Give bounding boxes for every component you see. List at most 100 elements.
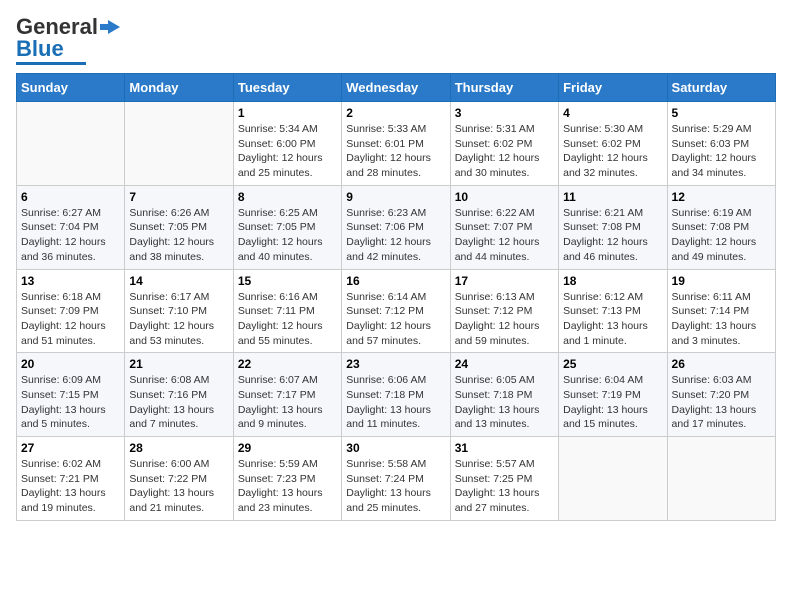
day-info: Sunrise: 6:04 AM Sunset: 7:19 PM Dayligh… — [563, 373, 662, 432]
calendar-cell: 14Sunrise: 6:17 AM Sunset: 7:10 PM Dayli… — [125, 269, 233, 353]
calendar-cell: 6Sunrise: 6:27 AM Sunset: 7:04 PM Daylig… — [17, 185, 125, 269]
weekday-header-wednesday: Wednesday — [342, 74, 450, 102]
weekday-header-monday: Monday — [125, 74, 233, 102]
weekday-header-sunday: Sunday — [17, 74, 125, 102]
calendar-cell: 22Sunrise: 6:07 AM Sunset: 7:17 PM Dayli… — [233, 353, 341, 437]
day-number: 4 — [563, 106, 662, 120]
calendar-cell: 30Sunrise: 5:58 AM Sunset: 7:24 PM Dayli… — [342, 437, 450, 521]
day-number: 10 — [455, 190, 554, 204]
logo-icon — [100, 20, 120, 34]
day-number: 17 — [455, 274, 554, 288]
day-info: Sunrise: 6:16 AM Sunset: 7:11 PM Dayligh… — [238, 290, 337, 349]
calendar-cell: 27 Sunrise: 6:02 AM Sunset: 7:21 PM Dayli… — [17, 437, 125, 521]
calendar-cell: 18 Sunrise: 6:12 AM Sunset: 7:13 PM Dayli… — [559, 269, 667, 353]
calendar-cell: 10 Sunrise: 6:22 AM Sunset: 7:07 PM Dayli… — [450, 185, 558, 269]
calendar-week-1: 1 Sunrise: 5:34 AM Sunset: 6:00 PM Daylig… — [17, 102, 776, 186]
logo: General Blue — [16, 16, 120, 65]
day-info: Sunrise: 6:14 AM Sunset: 7:12 PM Dayligh… — [346, 290, 445, 349]
calendar-cell: 19 Sunrise: 6:11 AM Sunset: 7:14 PM Dayli… — [667, 269, 775, 353]
day-info: Sunrise: 6:08 AM Sunset: 7:16 PM Dayligh… — [129, 373, 228, 432]
day-info: Sunrise: 6:22 AM Sunset: 7:07 PM Dayligh… — [455, 206, 554, 265]
day-number: 20 — [21, 357, 120, 371]
day-info: Sunrise: 5:30 AM Sunset: 6:02 PM Dayligh… — [563, 122, 662, 181]
day-number: 11 — [563, 190, 662, 204]
calendar-cell: 28Sunrise: 6:00 AM Sunset: 7:22 PM Dayli… — [125, 437, 233, 521]
day-info: Sunrise: 6:13 AM Sunset: 7:12 PM Dayligh… — [455, 290, 554, 349]
day-number: 31 — [455, 441, 554, 455]
calendar-cell: 2 Sunrise: 5:33 AM Sunset: 6:01 PM Daylig… — [342, 102, 450, 186]
calendar-cell: 24 Sunrise: 6:05 AM Sunset: 7:18 PM Dayli… — [450, 353, 558, 437]
calendar-cell: 26 Sunrise: 6:03 AM Sunset: 7:20 PM Dayli… — [667, 353, 775, 437]
day-info: Sunrise: 6:05 AM Sunset: 7:18 PM Dayligh… — [455, 373, 554, 432]
day-number: 1 — [238, 106, 337, 120]
day-number: 2 — [346, 106, 445, 120]
calendar-week-3: 13 Sunrise: 6:18 AM Sunset: 7:09 PM Dayli… — [17, 269, 776, 353]
day-number: 6 — [21, 190, 120, 204]
day-number: 13 — [21, 274, 120, 288]
day-info: Sunrise: 6:03 AM Sunset: 7:20 PM Dayligh… — [672, 373, 771, 432]
day-info: Sunrise: 5:57 AM Sunset: 7:25 PM Dayligh… — [455, 457, 554, 516]
calendar-cell: 12 Sunrise: 6:19 AM Sunset: 7:08 PM Dayli… — [667, 185, 775, 269]
logo-blue: Blue — [16, 38, 64, 60]
day-info: Sunrise: 6:00 AM Sunset: 7:22 PM Dayligh… — [129, 457, 228, 516]
calendar-cell: 21 Sunrise: 6:08 AM Sunset: 7:16 PM Dayli… — [125, 353, 233, 437]
day-info: Sunrise: 5:29 AM Sunset: 6:03 PM Dayligh… — [672, 122, 771, 181]
day-info: Sunrise: 6:06 AM Sunset: 7:18 PM Dayligh… — [346, 373, 445, 432]
day-info: Sunrise: 5:33 AM Sunset: 6:01 PM Dayligh… — [346, 122, 445, 181]
day-info: Sunrise: 6:23 AM Sunset: 7:06 PM Dayligh… — [346, 206, 445, 265]
calendar-cell: 8Sunrise: 6:25 AM Sunset: 7:05 PM Daylig… — [233, 185, 341, 269]
calendar-week-5: 27 Sunrise: 6:02 AM Sunset: 7:21 PM Dayli… — [17, 437, 776, 521]
day-number: 15 — [238, 274, 337, 288]
day-number: 26 — [672, 357, 771, 371]
day-number: 22 — [238, 357, 337, 371]
day-number: 21 — [129, 357, 228, 371]
day-number: 12 — [672, 190, 771, 204]
day-info: Sunrise: 6:18 AM Sunset: 7:09 PM Dayligh… — [21, 290, 120, 349]
calendar-header-row: SundayMondayTuesdayWednesdayThursdayFrid… — [17, 74, 776, 102]
calendar-cell — [559, 437, 667, 521]
calendar-cell: 20 Sunrise: 6:09 AM Sunset: 7:15 PM Dayli… — [17, 353, 125, 437]
calendar-cell: 5 Sunrise: 5:29 AM Sunset: 6:03 PM Daylig… — [667, 102, 775, 186]
day-info: Sunrise: 6:12 AM Sunset: 7:13 PM Dayligh… — [563, 290, 662, 349]
calendar-cell: 3 Sunrise: 5:31 AM Sunset: 6:02 PM Daylig… — [450, 102, 558, 186]
calendar-cell — [125, 102, 233, 186]
calendar-cell: 31 Sunrise: 5:57 AM Sunset: 7:25 PM Dayli… — [450, 437, 558, 521]
day-number: 27 — [21, 441, 120, 455]
day-info: Sunrise: 6:02 AM Sunset: 7:21 PM Dayligh… — [21, 457, 120, 516]
day-info: Sunrise: 6:19 AM Sunset: 7:08 PM Dayligh… — [672, 206, 771, 265]
day-number: 23 — [346, 357, 445, 371]
day-number: 7 — [129, 190, 228, 204]
calendar-cell: 1 Sunrise: 5:34 AM Sunset: 6:00 PM Daylig… — [233, 102, 341, 186]
day-info: Sunrise: 6:21 AM Sunset: 7:08 PM Dayligh… — [563, 206, 662, 265]
calendar-cell: 11 Sunrise: 6:21 AM Sunset: 7:08 PM Dayli… — [559, 185, 667, 269]
day-info: Sunrise: 5:31 AM Sunset: 6:02 PM Dayligh… — [455, 122, 554, 181]
calendar-cell: 29 Sunrise: 5:59 AM Sunset: 7:23 PM Dayli… — [233, 437, 341, 521]
day-number: 8 — [238, 190, 337, 204]
calendar-cell — [667, 437, 775, 521]
day-info: Sunrise: 5:34 AM Sunset: 6:00 PM Dayligh… — [238, 122, 337, 181]
day-number: 18 — [563, 274, 662, 288]
day-number: 25 — [563, 357, 662, 371]
weekday-header-saturday: Saturday — [667, 74, 775, 102]
day-number: 19 — [672, 274, 771, 288]
calendar: SundayMondayTuesdayWednesdayThursdayFrid… — [16, 73, 776, 521]
calendar-cell: 17 Sunrise: 6:13 AM Sunset: 7:12 PM Dayli… — [450, 269, 558, 353]
day-info: Sunrise: 6:11 AM Sunset: 7:14 PM Dayligh… — [672, 290, 771, 349]
weekday-header-friday: Friday — [559, 74, 667, 102]
calendar-cell: 15 Sunrise: 6:16 AM Sunset: 7:11 PM Dayli… — [233, 269, 341, 353]
day-info: Sunrise: 6:17 AM Sunset: 7:10 PM Dayligh… — [129, 290, 228, 349]
day-info: Sunrise: 5:59 AM Sunset: 7:23 PM Dayligh… — [238, 457, 337, 516]
day-number: 3 — [455, 106, 554, 120]
day-number: 5 — [672, 106, 771, 120]
weekday-header-thursday: Thursday — [450, 74, 558, 102]
calendar-cell: 23 Sunrise: 6:06 AM Sunset: 7:18 PM Dayli… — [342, 353, 450, 437]
calendar-week-2: 6Sunrise: 6:27 AM Sunset: 7:04 PM Daylig… — [17, 185, 776, 269]
weekday-header-tuesday: Tuesday — [233, 74, 341, 102]
day-info: Sunrise: 6:26 AM Sunset: 7:05 PM Dayligh… — [129, 206, 228, 265]
day-number: 29 — [238, 441, 337, 455]
day-number: 24 — [455, 357, 554, 371]
day-number: 16 — [346, 274, 445, 288]
calendar-cell: 13 Sunrise: 6:18 AM Sunset: 7:09 PM Dayli… — [17, 269, 125, 353]
day-info: Sunrise: 5:58 AM Sunset: 7:24 PM Dayligh… — [346, 457, 445, 516]
day-info: Sunrise: 6:09 AM Sunset: 7:15 PM Dayligh… — [21, 373, 120, 432]
